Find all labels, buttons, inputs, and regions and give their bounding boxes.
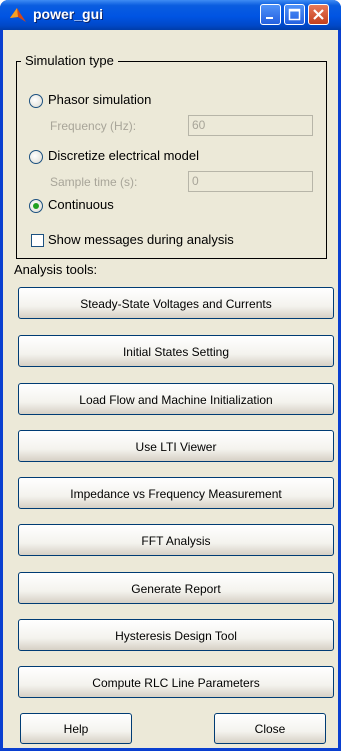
minimize-button[interactable] xyxy=(260,4,281,25)
compute-rlc-button[interactable]: Compute RLC Line Parameters xyxy=(18,666,334,698)
help-button[interactable]: Help xyxy=(20,713,132,744)
phasor-simulation-label: Phasor simulation xyxy=(48,92,152,107)
close-icon xyxy=(313,9,324,20)
window-title: power_gui xyxy=(33,6,104,22)
initial-states-button[interactable]: Initial States Setting xyxy=(18,335,334,367)
sample-time-field[interactable]: 0 xyxy=(188,171,313,192)
close-button[interactable]: Close xyxy=(214,713,326,744)
hysteresis-button[interactable]: Hysteresis Design Tool xyxy=(18,619,334,651)
fft-analysis-button[interactable]: FFT Analysis xyxy=(18,524,334,556)
continuous-radio[interactable] xyxy=(29,199,43,213)
load-flow-button[interactable]: Load Flow and Machine Initialization xyxy=(18,383,334,415)
discretize-model-label: Discretize electrical model xyxy=(48,148,199,163)
generate-report-button[interactable]: Generate Report xyxy=(18,572,334,604)
steady-state-button[interactable]: Steady-State Voltages and Currents xyxy=(18,287,334,319)
maximize-icon xyxy=(288,8,301,21)
power-gui-window: power_gui Simulation type Phasor simulat… xyxy=(0,0,341,751)
continuous-label: Continuous xyxy=(48,197,114,212)
lti-viewer-button[interactable]: Use LTI Viewer xyxy=(18,430,334,462)
simulation-type-legend: Simulation type xyxy=(21,53,118,68)
phasor-simulation-radio[interactable] xyxy=(29,94,43,108)
impedance-button[interactable]: Impedance vs Frequency Measurement xyxy=(18,477,334,509)
discretize-model-radio[interactable] xyxy=(29,150,43,164)
frequency-field[interactable]: 60 xyxy=(188,115,313,136)
analysis-tools-label: Analysis tools: xyxy=(14,262,98,277)
close-window-button[interactable] xyxy=(308,4,329,25)
maximize-button[interactable] xyxy=(284,4,305,25)
simulation-type-group: Simulation type Phasor simulation Freque… xyxy=(16,53,327,259)
show-messages-label: Show messages during analysis xyxy=(48,232,234,247)
show-messages-checkbox[interactable] xyxy=(31,234,44,247)
sample-time-label: Sample time (s): xyxy=(50,175,138,189)
radio-selected-dot xyxy=(33,203,39,209)
frequency-label: Frequency (Hz): xyxy=(50,119,137,133)
minimize-icon xyxy=(266,17,273,19)
title-bar[interactable]: power_gui xyxy=(0,0,341,30)
matlab-logo-icon xyxy=(9,6,27,24)
